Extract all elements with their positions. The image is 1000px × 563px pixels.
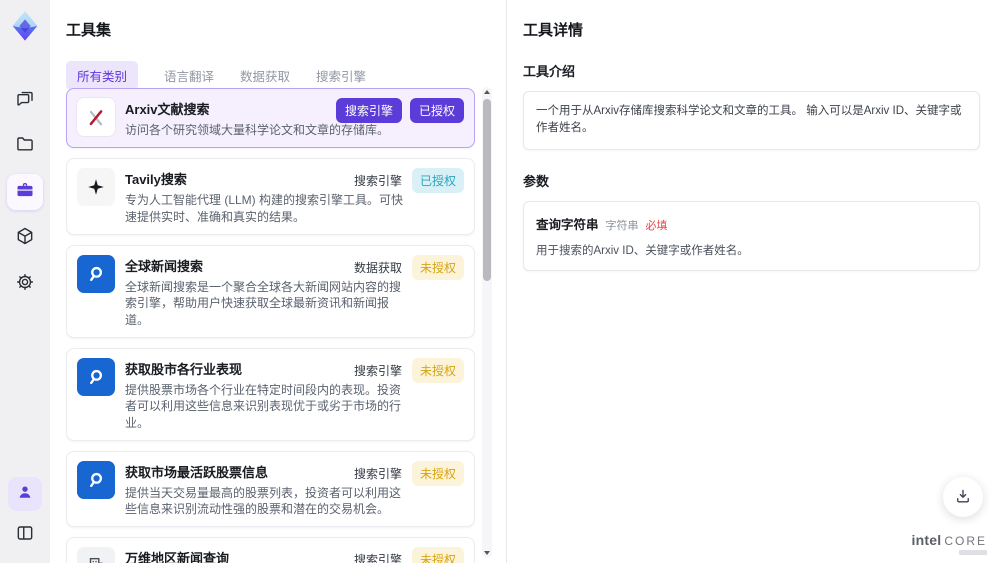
detail-title: 工具详情 bbox=[523, 22, 584, 39]
tool-badges: 搜索引擎 未授权 bbox=[352, 547, 464, 563]
download-button[interactable] bbox=[943, 477, 983, 517]
intro-section-title: 工具介绍 bbox=[523, 64, 576, 79]
auth-status-badge: 已授权 bbox=[409, 98, 464, 123]
news-search-icon bbox=[77, 357, 115, 396]
sidebar-item-files[interactable] bbox=[7, 128, 43, 164]
param-description: 用于搜索的Arxiv ID、关键字或作者姓名。 bbox=[536, 244, 749, 257]
tool-card[interactable]: Tavily搜索 专为人工智能代理 (LLM) 构建的搜索引擎工具。可快速提供实… bbox=[66, 158, 475, 235]
tool-description: 访问各个研究领域大量科学论文和文章的存储库。 bbox=[125, 123, 390, 137]
tool-card[interactable]: 获取市场最活跃股票信息 提供当天交易量最高的股票列表，投资者可以利用这些信息来识… bbox=[66, 450, 475, 528]
tool-badges: 搜索引擎 未授权 bbox=[352, 357, 464, 383]
category-badge: 搜索引擎 bbox=[353, 174, 402, 189]
auth-status-badge: 未授权 bbox=[411, 357, 464, 383]
intel-logo-sub-bar bbox=[959, 550, 987, 555]
tool-card[interactable]: Arxiv文献搜索 访问各个研究领域大量科学论文和文章的存储库。 搜索引擎 已授… bbox=[66, 88, 475, 149]
tool-badges: 数据获取 未授权 bbox=[352, 254, 464, 280]
page-title: 工具集 bbox=[66, 22, 112, 39]
auth-status-badge: 未授权 bbox=[411, 254, 464, 280]
tool-badges: 搜索引擎 已授权 bbox=[352, 168, 464, 194]
tool-badges: 搜索引擎 已授权 bbox=[335, 98, 464, 123]
sidebar-item-packages[interactable] bbox=[7, 220, 43, 256]
tool-description: 专为人工智能代理 (LLM) 构建的搜索引擎工具。可快速提供实时、准确和真实的结… bbox=[125, 193, 404, 224]
cube-icon bbox=[15, 226, 35, 251]
building-icon bbox=[77, 547, 115, 563]
tool-description: 全球新闻搜索是一个聚合全球各大新闻网站内容的搜索引擎，帮助用户快速获取全球最新资… bbox=[125, 279, 402, 327]
param-box: 查询字符串 字符串 必填 用于搜索的Arxiv ID、关键字或作者姓名。 bbox=[523, 200, 980, 271]
tool-description: 提供当天交易量最高的股票列表，投资者可以利用这些信息来识别流动性强的股票和潜在的… bbox=[125, 485, 402, 517]
param-type: 字符串 bbox=[605, 219, 639, 232]
scrollbar-track[interactable] bbox=[482, 87, 492, 558]
tab-search-engine[interactable]: 搜索引擎 bbox=[316, 66, 366, 85]
app-logo-icon bbox=[7, 8, 43, 44]
category-tabs: 所有类别 语言翻译 数据获取 搜索引擎 bbox=[66, 61, 505, 90]
category-badge: 数据获取 bbox=[353, 260, 402, 275]
tool-badges: 搜索引擎 未授权 bbox=[352, 460, 464, 486]
arxiv-logo-icon bbox=[77, 98, 115, 136]
core-brand-text: CORE bbox=[944, 534, 987, 548]
scrollbar-thumb[interactable] bbox=[483, 99, 491, 281]
sidebar-item-settings[interactable] bbox=[7, 266, 43, 302]
briefcase-icon bbox=[15, 180, 35, 205]
sparkle-star-icon bbox=[77, 168, 115, 207]
auth-status-badge: 未授权 bbox=[411, 460, 464, 486]
tool-intro-box: 一个用于从Arxiv存储库搜索科学论文和文章的工具。 输入可以是Arxiv ID… bbox=[523, 91, 980, 150]
sidebar-nav bbox=[7, 82, 43, 302]
category-badge: 搜索引擎 bbox=[353, 466, 402, 481]
sidebar-item-chat[interactable] bbox=[7, 82, 43, 118]
sidebar-item-panel[interactable] bbox=[7, 517, 43, 553]
tab-translation[interactable]: 语言翻译 bbox=[164, 66, 214, 85]
tab-all-categories[interactable]: 所有类别 bbox=[66, 61, 139, 90]
panel-layout-icon bbox=[15, 523, 35, 548]
news-search-icon bbox=[77, 460, 115, 499]
gear-icon bbox=[15, 272, 35, 297]
news-search-icon bbox=[77, 254, 115, 293]
folder-icon bbox=[15, 134, 35, 159]
intel-brand-text: intel bbox=[911, 532, 942, 548]
scroll-down-arrow-icon[interactable] bbox=[482, 548, 492, 558]
tool-list: Arxiv文献搜索 访问各个研究领域大量科学论文和文章的存储库。 搜索引擎 已授… bbox=[66, 88, 475, 563]
sidebar-item-tools[interactable] bbox=[7, 174, 43, 210]
param-name: 查询字符串 bbox=[536, 217, 599, 232]
icon-sidebar bbox=[0, 0, 50, 563]
download-icon bbox=[954, 487, 972, 508]
tool-list-panel: 工具集 所有类别 语言翻译 数据获取 搜索引擎 Arxiv文献搜索 访问各个研究… bbox=[50, 0, 505, 563]
tab-data-fetch[interactable]: 数据获取 bbox=[240, 66, 290, 85]
sidebar-item-user[interactable] bbox=[8, 477, 42, 511]
auth-status-badge: 未授权 bbox=[411, 547, 464, 563]
tool-card[interactable]: 万维地区新闻查询 查询具体行政区划内的新闻，快速了解各地新闻动态 搜索引擎 未授… bbox=[66, 537, 475, 563]
category-badge: 搜索引擎 bbox=[353, 363, 402, 378]
param-required-badge: 必填 bbox=[645, 219, 668, 232]
params-section-title: 参数 bbox=[523, 173, 550, 189]
category-badge: 搜索引擎 bbox=[353, 553, 402, 563]
intel-core-logo: intel CORE bbox=[912, 532, 987, 555]
tool-card[interactable]: 全球新闻搜索 全球新闻搜索是一个聚合全球各大新闻网站内容的搜索引擎，帮助用户快速… bbox=[66, 244, 475, 338]
auth-status-badge: 已授权 bbox=[411, 168, 464, 194]
param-head: 查询字符串 字符串 必填 bbox=[536, 214, 967, 233]
scroll-up-arrow-icon[interactable] bbox=[482, 87, 492, 97]
sidebar-bottom bbox=[7, 477, 43, 553]
tool-description: 提供股票市场各个行业在特定时间段内的表现。投资者可以利用这些信息来识别表现优于或… bbox=[125, 382, 402, 430]
user-icon bbox=[16, 483, 34, 506]
category-badge: 搜索引擎 bbox=[335, 98, 402, 123]
tool-card[interactable]: 获取股市各行业表现 提供股票市场各个行业在特定时间段内的表现。投资者可以利用这些… bbox=[66, 347, 475, 441]
chat-icon bbox=[15, 88, 35, 113]
tool-detail-panel: 工具详情 工具介绍 一个用于从Arxiv存储库搜索科学论文和文章的工具。 输入可… bbox=[506, 0, 1000, 563]
